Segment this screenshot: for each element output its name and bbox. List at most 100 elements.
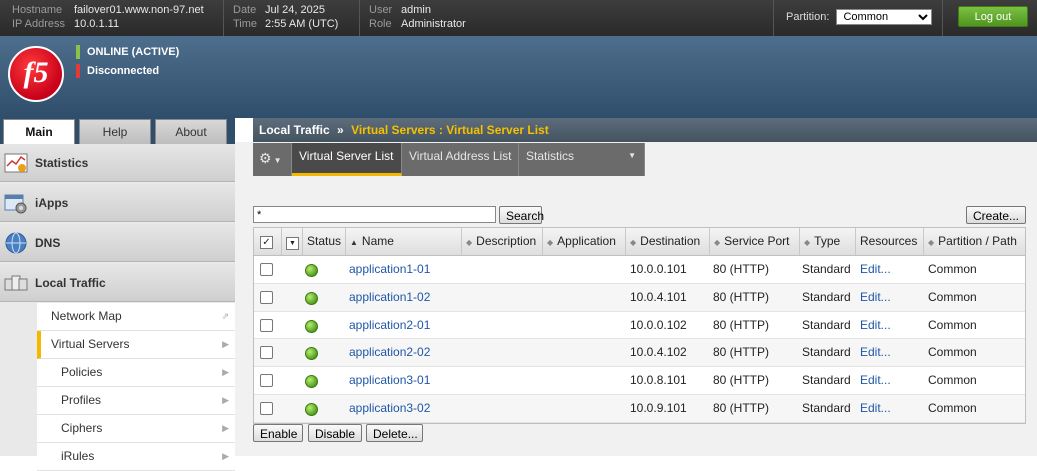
f5-logo: f5 [8,46,64,102]
table-body: application1-01 10.0.0.101 80 (HTTP) Sta… [254,256,1025,423]
table-row: application1-01 10.0.0.101 80 (HTTP) Sta… [254,256,1025,284]
online-status: ONLINE (ACTIVE) [76,45,179,59]
row-checkbox[interactable] [260,346,273,360]
sidebar-item-label: Local Traffic [35,276,106,290]
online-status-indicator [76,45,80,59]
delete-button[interactable]: Delete... [366,424,423,442]
row-resources-edit-link[interactable]: Edit... [860,256,891,283]
logout-button[interactable]: Log out [958,6,1028,27]
column-header-partition[interactable]: ◆ Partition / Path [924,228,1027,255]
sidebar-subitem-virtual-servers[interactable]: Virtual Servers ▶ [37,331,235,359]
table-row: application3-02 10.0.9.101 80 (HTTP) Sta… [254,394,1025,423]
user-row: User admin [369,3,431,17]
status-filter-menu[interactable]: ▼ [282,228,303,255]
time-value: 2:55 AM (UTC) [265,18,339,30]
sidebar-item-label: DNS [35,236,61,250]
search-input[interactable] [253,206,496,223]
sidebar-item-dns[interactable]: DNS [0,224,235,262]
row-resources-edit-link[interactable]: Edit... [860,395,891,422]
tab-statistics-label: Statistics [526,149,575,163]
row-resources-edit-link[interactable]: Edit... [860,367,891,394]
partition-label: Partition: [786,11,830,23]
sync-status-indicator [76,64,80,78]
local-traffic-icon [4,275,28,291]
sidebar-subitem-label: Profiles [61,393,102,407]
sidebar-subitem-ciphers[interactable]: Ciphers ▶ [37,415,235,443]
breadcrumb-current: Virtual Servers : Virtual Server List [351,123,549,137]
tab-main[interactable]: Main [3,119,75,144]
sidebar-item-statistics[interactable]: Statistics [0,144,235,182]
sidebar-item-local-traffic[interactable]: Local Traffic [0,264,235,302]
column-header-service-port[interactable]: ◆ Service Port [710,228,800,255]
row-name-link[interactable]: application1-01 [349,256,430,283]
row-destination: 10.0.0.101 [630,262,687,276]
row-partition: Common [928,289,977,304]
partition-select[interactable]: Common [836,9,933,25]
tab-about[interactable]: About [155,119,227,144]
status-available-icon [305,291,318,305]
sidebar-subitem-label: Ciphers [61,421,103,435]
enable-button[interactable]: Enable [253,424,303,442]
sidebar-subitem-policies[interactable]: Policies ▶ [37,359,235,387]
sidebar-subitem-network-map[interactable]: Network Map ⇗ [37,303,235,331]
row-resources-edit-link[interactable]: Edit... [860,284,891,311]
tab-virtual-address-list[interactable]: Virtual Address List [402,143,519,176]
sort-icon: ◆ [714,238,721,247]
sidebar-subitem-irules[interactable]: iRules ▶ [37,443,235,471]
gear-menu-button[interactable]: ⚙ ▼ [253,143,292,176]
chevron-right-icon: ▶ [222,451,229,461]
sync-status-text[interactable]: Disconnected [87,65,159,77]
column-header-application[interactable]: ◆ Application [543,228,626,255]
row-type: Standard [802,345,851,360]
column-header-status[interactable]: Status [303,228,346,255]
tab-statistics[interactable]: Statistics ▼ [519,143,645,176]
row-name-link[interactable]: application2-02 [349,339,430,366]
table-row: application2-02 10.0.4.102 80 (HTTP) Sta… [254,339,1025,368]
row-name-link[interactable]: application3-02 [349,395,430,422]
chevron-right-icon: ▶ [222,423,229,433]
status-available-icon [305,402,318,416]
column-header-label: Description [476,234,537,248]
select-all-checkbox[interactable]: ✓ [260,236,273,249]
tab-virtual-server-list[interactable]: Virtual Server List [292,143,402,176]
search-button[interactable]: Search [499,206,544,224]
row-checkbox[interactable] [260,318,273,332]
online-status-text: ONLINE (ACTIVE) [87,45,180,58]
row-resources-edit-link[interactable]: Edit... [860,312,891,339]
dropdown-arrow-icon: ▼ [273,156,282,165]
role-label: Role [369,18,392,30]
row-checkbox[interactable] [260,290,273,304]
chevron-down-icon: ▼ [286,237,299,250]
row-checkbox[interactable] [260,374,273,388]
create-button[interactable]: Create... [966,206,1026,224]
hostname-row: Hostname failover01.www.non-97.net [12,3,204,17]
row-service-port: 80 (HTTP) [713,262,770,276]
sidebar-subitem-profiles[interactable]: Profiles ▶ [37,387,235,415]
row-checkbox[interactable] [260,263,273,276]
column-header-type[interactable]: ◆ Type [800,228,856,255]
row-type: Standard [802,317,851,332]
sidebar-subitem-label: Policies [61,365,103,379]
sort-icon: ◆ [466,238,473,247]
column-header-description[interactable]: ◆ Description [462,228,543,255]
column-header-destination[interactable]: ◆ Destination [626,228,710,255]
table-row: application2-01 10.0.0.102 80 (HTTP) Sta… [254,312,1025,340]
row-name-link[interactable]: application3-01 [349,367,430,394]
sidebar-item-iapps[interactable]: iApps [0,184,235,222]
column-header-label: Service Port [724,234,790,248]
column-header-name[interactable]: ▲ Name [346,228,462,255]
row-checkbox[interactable] [260,401,273,415]
row-partition: Common [928,317,977,332]
row-service-port: 80 (HTTP) [713,317,770,332]
select-all-cell: ✓ [254,228,282,255]
banner: f5 ONLINE (ACTIVE) Disconnected [0,36,1037,118]
row-resources-edit-link[interactable]: Edit... [860,339,891,366]
breadcrumb-root[interactable]: Local Traffic [259,123,330,137]
date-row: Date Jul 24, 2025 [233,3,325,17]
row-name-link[interactable]: application1-02 [349,284,430,311]
sidebar-item-label: Statistics [35,156,89,170]
sync-status[interactable]: Disconnected [76,64,159,78]
row-name-link[interactable]: application2-01 [349,312,430,339]
disable-button[interactable]: Disable [308,424,362,442]
tab-help[interactable]: Help [79,119,151,144]
